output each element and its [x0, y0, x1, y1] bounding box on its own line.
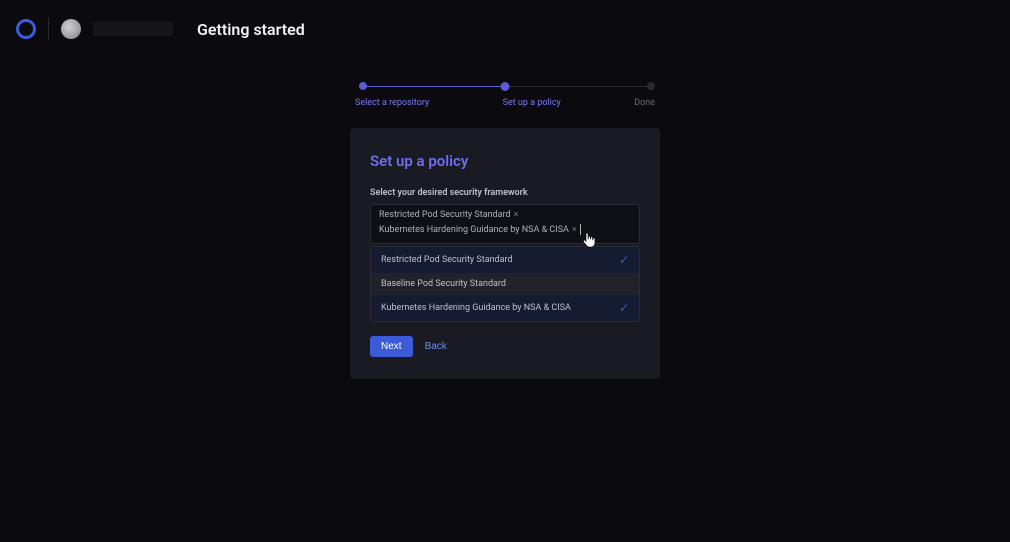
- chip-label: Restricted Pod Security Standard: [379, 210, 511, 220]
- stepper-label-2: Set up a policy: [503, 98, 561, 108]
- framework-dropdown: Restricted Pod Security Standard ✓ Basel…: [370, 246, 640, 322]
- framework-multiselect[interactable]: Restricted Pod Security Standard × Kuber…: [370, 204, 640, 244]
- stepper-line-progress: [359, 86, 509, 87]
- policy-card: Set up a policy Select your desired secu…: [350, 128, 660, 379]
- app-header: Getting started: [0, 0, 1010, 58]
- selected-chip: Kubernetes Hardening Guidance by NSA & C…: [377, 223, 583, 236]
- page-title: Getting started: [197, 20, 305, 39]
- app-logo-icon[interactable]: [16, 19, 36, 39]
- next-button[interactable]: Next: [370, 336, 413, 357]
- framework-option[interactable]: Baseline Pod Security Standard: [371, 273, 639, 295]
- selected-chip: Restricted Pod Security Standard ×: [377, 209, 520, 221]
- chip-label: Kubernetes Hardening Guidance by NSA & C…: [379, 225, 569, 235]
- button-row: Next Back: [370, 336, 640, 357]
- framework-option[interactable]: Restricted Pod Security Standard ✓: [371, 247, 639, 273]
- framework-field-label: Select your desired security framework: [370, 188, 640, 198]
- check-icon: ✓: [619, 301, 629, 315]
- stepper-label-1: Select a repository: [355, 98, 429, 108]
- account-avatar-icon[interactable]: [61, 19, 81, 39]
- check-icon: ✓: [619, 253, 629, 267]
- card-title: Set up a policy: [370, 152, 640, 170]
- option-label: Baseline Pod Security Standard: [381, 279, 506, 289]
- back-button[interactable]: Back: [425, 341, 447, 352]
- chip-remove-icon[interactable]: ×: [572, 225, 577, 235]
- stepper: Select a repository Set up a policy Done: [355, 82, 655, 108]
- chip-remove-icon[interactable]: ×: [514, 210, 519, 220]
- account-name-placeholder: [93, 22, 173, 36]
- header-divider: [48, 18, 49, 40]
- stepper-dot-2: [501, 82, 510, 91]
- option-label: Restricted Pod Security Standard: [381, 255, 513, 265]
- stepper-dot-3: [647, 82, 655, 90]
- option-label: Kubernetes Hardening Guidance by NSA & C…: [381, 303, 571, 313]
- framework-option[interactable]: Kubernetes Hardening Guidance by NSA & C…: [371, 295, 639, 321]
- stepper-label-3: Done: [634, 98, 655, 108]
- stepper-dot-1: [359, 82, 367, 90]
- text-cursor: [580, 224, 581, 235]
